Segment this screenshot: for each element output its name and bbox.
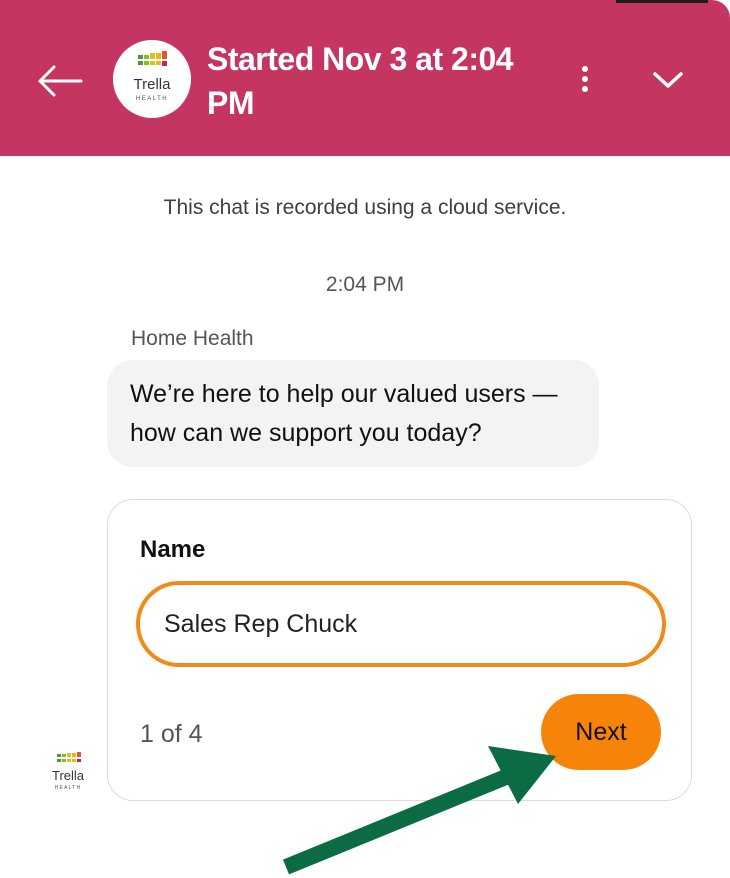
name-field-label: Name	[140, 536, 206, 563]
trella-logo-icon: Trella HEALTH	[52, 752, 85, 791]
minimize-button[interactable]	[644, 58, 692, 102]
back-button[interactable]	[32, 56, 88, 106]
trella-logo-icon: Trella HEALTH	[134, 51, 172, 102]
chat-header: Trella HEALTH Started Nov 3 at 2:04 PM	[0, 0, 730, 156]
more-options-button[interactable]	[566, 58, 604, 102]
message-timestamp: 2:04 PM	[325, 273, 405, 296]
avatar: Trella HEALTH	[113, 40, 191, 118]
logo-wordmark: Trella	[134, 76, 172, 93]
bot-logo-wordmark: Trella	[52, 768, 85, 783]
bot-message-bubble: We’re here to help our valued users — ho…	[107, 360, 599, 467]
bot-avatar: Trella HEALTH	[48, 748, 90, 794]
vertical-dots-icon	[582, 66, 588, 92]
step-counter: 1 of 4	[140, 720, 203, 748]
bot-logo-subtitle: HEALTH	[55, 785, 82, 791]
conversation-title: Started Nov 3 at 2:04 PM	[207, 41, 514, 121]
arrow-left-icon	[38, 65, 83, 97]
window-edge	[616, 0, 708, 3]
name-input[interactable]	[136, 581, 666, 667]
recording-notice: This chat is recorded using a cloud serv…	[163, 196, 567, 219]
sender-name: Home Health	[131, 327, 254, 350]
green-pointer-arrow-icon	[282, 746, 556, 875]
chevron-down-icon	[653, 72, 683, 88]
logo-subtitle: HEALTH	[136, 96, 168, 102]
